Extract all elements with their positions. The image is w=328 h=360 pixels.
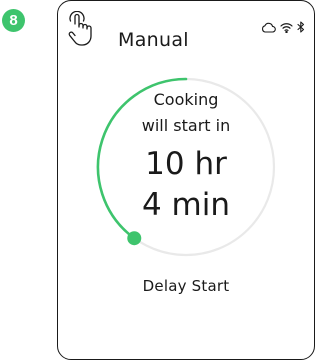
hours-value: 10 hr [145, 146, 227, 182]
touch-hand-icon[interactable] [66, 10, 96, 47]
start-in-label: will start in [141, 116, 231, 135]
minutes-value: 4 min [141, 187, 231, 223]
mode-title: Manual [118, 29, 189, 51]
status-icons [261, 18, 305, 37]
device-screen: Manual Cooking will start in 10 hr 4 min… [57, 0, 315, 360]
cloud-icon [261, 18, 276, 37]
bluetooth-icon [297, 18, 305, 37]
cooking-label: Cooking [153, 90, 219, 109]
wifi-icon [280, 18, 293, 37]
progress-knob[interactable] [127, 231, 142, 246]
delay-start-label: Delay Start [142, 277, 230, 295]
step-number-badge: 8 [2, 9, 25, 32]
